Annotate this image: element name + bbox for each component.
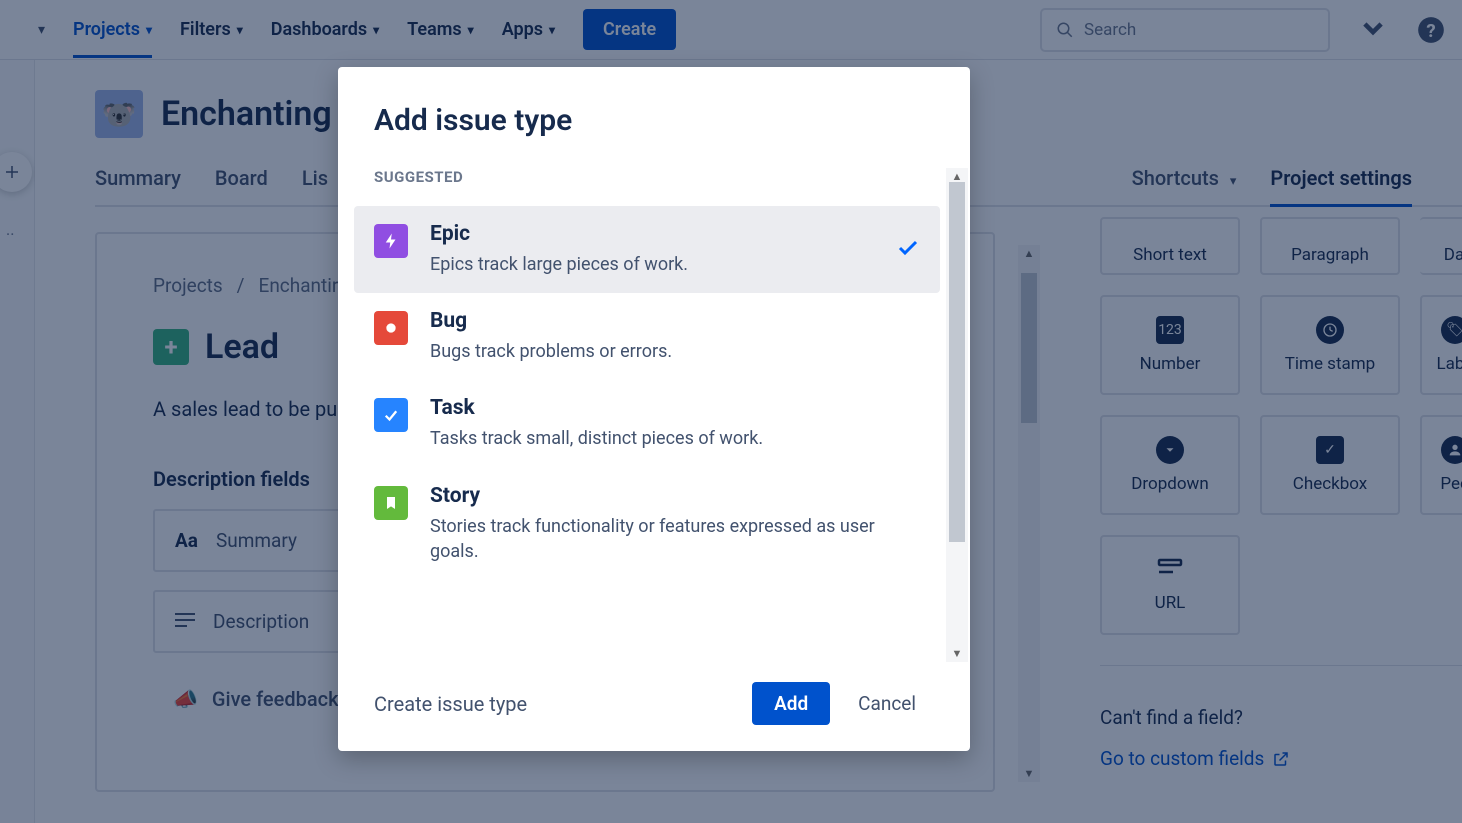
add-issue-type-modal: Add issue type SUGGESTED Epic Epics trac… [338, 67, 970, 751]
epic-icon [374, 224, 408, 258]
issue-type-desc: Tasks track small, distinct pieces of wo… [430, 426, 920, 451]
modal-scrollbar[interactable]: ▲ ▼ [946, 168, 968, 662]
cancel-button[interactable]: Cancel [840, 682, 934, 725]
issue-type-option-epic[interactable]: Epic Epics track large pieces of work. [354, 206, 940, 293]
issue-type-option-task[interactable]: Task Tasks track small, distinct pieces … [354, 380, 940, 467]
task-icon [374, 398, 408, 432]
issue-type-name: Task [430, 396, 920, 420]
issue-type-option-story[interactable]: Story Stories track functionality or fea… [354, 468, 940, 580]
story-icon [374, 486, 408, 520]
issue-type-option-bug[interactable]: Bug Bugs track problems or errors. [354, 293, 940, 380]
suggested-heading: SUGGESTED [374, 168, 934, 186]
create-issue-type-link[interactable]: Create issue type [374, 692, 527, 716]
scroll-thumb[interactable] [949, 182, 965, 542]
modal-body: SUGGESTED Epic Epics track large pieces … [338, 168, 970, 662]
add-button[interactable]: Add [752, 682, 830, 725]
issue-type-desc: Stories track functionality or features … [430, 514, 920, 564]
issue-type-desc: Epics track large pieces of work. [430, 252, 874, 277]
bug-icon [374, 311, 408, 345]
issue-type-name: Bug [430, 309, 920, 333]
scroll-down-arrow[interactable]: ▼ [952, 645, 963, 662]
issue-type-desc: Bugs track problems or errors. [430, 339, 920, 364]
modal-title: Add issue type [338, 67, 970, 138]
modal-footer: Create issue type Add Cancel [338, 662, 970, 751]
selected-check-icon [896, 235, 920, 265]
issue-type-name: Story [430, 484, 920, 508]
issue-type-name: Epic [430, 222, 874, 246]
